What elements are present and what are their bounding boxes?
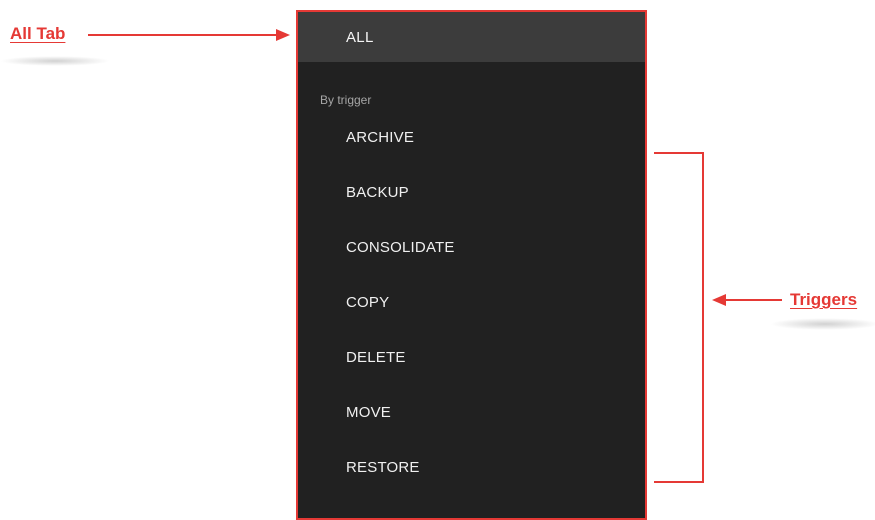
all-tab-arrow-icon <box>88 29 290 41</box>
trigger-item-delete[interactable]: DELETE <box>298 330 645 385</box>
label-shadow-left <box>0 56 110 66</box>
triggers-callout-label: Triggers <box>790 290 858 309</box>
tab-all-label: ALL <box>346 28 374 46</box>
triggers-bracket-icon <box>654 152 704 483</box>
tab-all[interactable]: ALL <box>298 12 645 62</box>
label-shadow-right <box>770 318 875 330</box>
all-tab-callout-label: All Tab <box>10 24 66 43</box>
trigger-item-label: ARCHIVE <box>346 129 415 146</box>
trigger-item-label: DELETE <box>346 349 406 366</box>
trigger-item-move[interactable]: MOVE <box>298 385 645 440</box>
trigger-item-label: CONSOLIDATE <box>346 239 455 256</box>
trigger-item-backup[interactable]: BACKUP <box>298 165 645 220</box>
trigger-item-archive[interactable]: ARCHIVE <box>298 110 645 165</box>
trigger-item-restore[interactable]: RESTORE <box>298 440 645 495</box>
trigger-item-label: BACKUP <box>346 184 409 201</box>
trigger-filter-menu: ALL By trigger ARCHIVE BACKUP CONSOLIDAT… <box>296 10 647 520</box>
trigger-item-copy[interactable]: COPY <box>298 275 645 330</box>
trigger-item-label: RESTORE <box>346 459 420 476</box>
trigger-item-label: COPY <box>346 294 390 311</box>
trigger-list: ARCHIVE BACKUP CONSOLIDATE COPY DELETE M… <box>298 110 645 495</box>
trigger-item-consolidate[interactable]: CONSOLIDATE <box>298 220 645 275</box>
trigger-item-label: MOVE <box>346 404 391 421</box>
triggers-arrow-icon <box>712 294 782 306</box>
